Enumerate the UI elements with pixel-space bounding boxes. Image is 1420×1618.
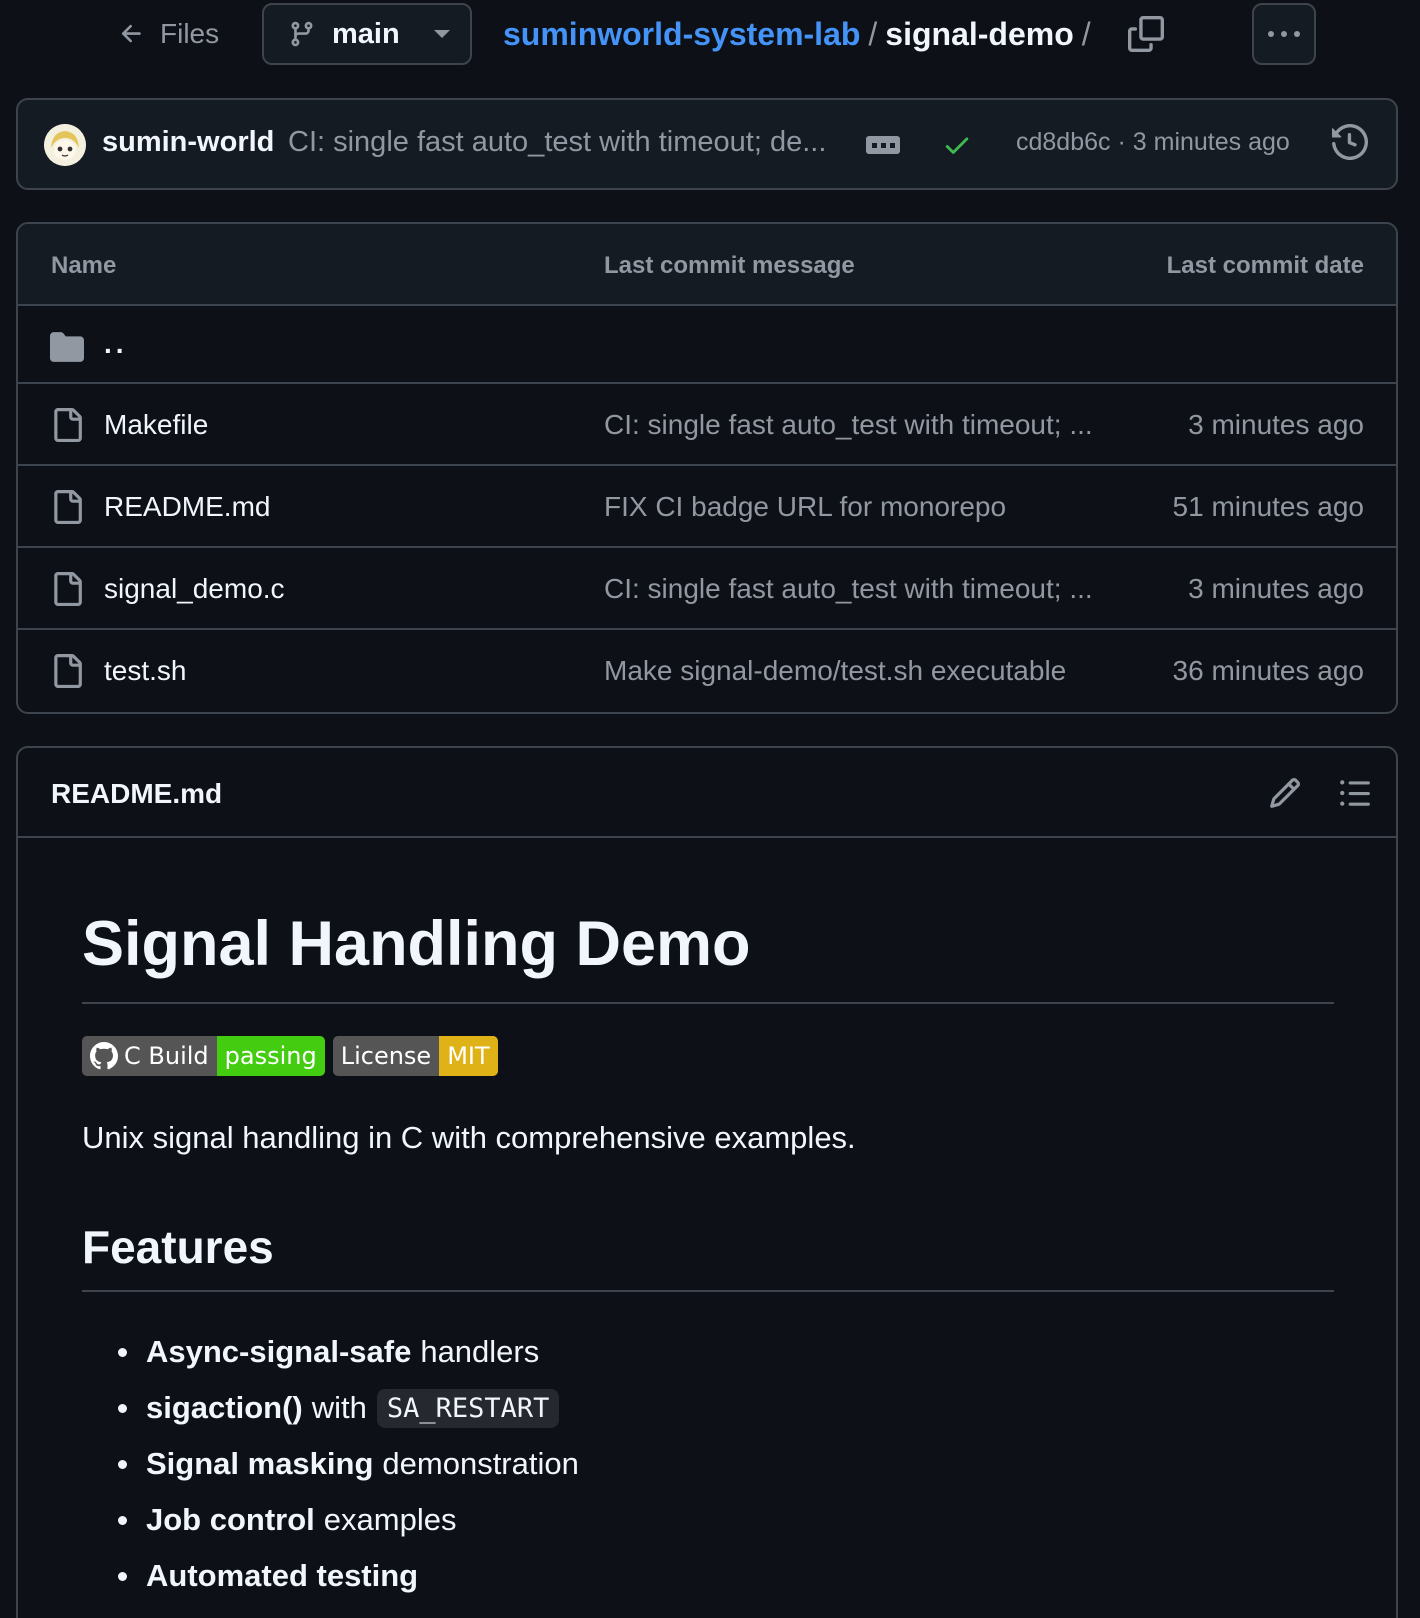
arrow-left-icon	[118, 20, 146, 48]
commit-author-link[interactable]: sumin-world	[102, 126, 274, 159]
badge-value: MIT	[439, 1036, 498, 1076]
readme-title-heading: Signal Handling Demo	[82, 909, 751, 979]
table-row[interactable]: Makefile CI: single fast auto_test with …	[18, 384, 1396, 466]
file-icon	[50, 654, 84, 688]
file-commit-date: 51 minutes ago	[1172, 491, 1364, 522]
list-item: Job control examples	[118, 1492, 579, 1548]
repo-header: Files main suminworld-system-lab / signa…	[0, 0, 1420, 68]
expand-commit-message-button[interactable]	[866, 136, 900, 154]
file-commit-message-link[interactable]: FIX CI badge URL for monorepo	[604, 491, 1118, 523]
kebab-horizontal-icon	[1268, 31, 1274, 37]
file-commit-message-link[interactable]: CI: single fast auto_test with timeout; …	[604, 573, 1118, 605]
file-commit-date: 3 minutes ago	[1188, 573, 1364, 604]
parent-directory-link[interactable]: ..	[104, 328, 128, 360]
table-row-parent-directory[interactable]: ..	[18, 306, 1396, 384]
feature-text: demonstration	[382, 1446, 579, 1481]
features-list: Async-signal-safe handlers sigaction() w…	[118, 1324, 579, 1604]
license-badge[interactable]: License MIT	[332, 1036, 498, 1076]
heading-divider	[82, 1290, 1334, 1292]
breadcrumb-separator: /	[868, 15, 878, 52]
files-label: Files	[160, 18, 220, 49]
ellipsis-icon	[871, 142, 877, 148]
meta-separator: ·	[1117, 128, 1126, 156]
badge-label: C Build	[124, 1042, 209, 1070]
feature-bold: Async-signal-safe	[146, 1334, 412, 1369]
readme-description: Unix signal handling in C with comprehen…	[82, 1120, 856, 1155]
readme-header: README.md	[18, 748, 1396, 838]
list-item: Signal masking demonstration	[118, 1436, 579, 1492]
badge-row: C Build passing License MIT	[82, 1036, 498, 1076]
latest-commit-bar: sumin-world CI: single fast auto_test wi…	[16, 98, 1398, 190]
file-icon	[50, 572, 84, 606]
table-row[interactable]: test.sh Make signal-demo/test.sh executa…	[18, 630, 1396, 712]
heading-divider	[82, 1002, 1334, 1004]
file-icon	[50, 490, 84, 524]
git-branch-icon	[288, 19, 316, 49]
file-commit-date: 3 minutes ago	[1188, 409, 1364, 440]
breadcrumb-repo-link[interactable]: signal-demo	[885, 16, 1073, 53]
breadcrumb-separator: /	[1081, 15, 1091, 52]
triangle-down-icon	[433, 30, 450, 38]
build-status-badge[interactable]: C Build passing	[82, 1036, 325, 1076]
list-item: sigaction() with SA_RESTART	[118, 1380, 579, 1436]
history-icon[interactable]	[1332, 124, 1370, 162]
more-options-button[interactable]	[1252, 3, 1316, 65]
check-icon[interactable]	[942, 130, 972, 160]
files-back-link[interactable]: Files	[118, 14, 219, 54]
feature-bold: sigaction()	[146, 1390, 303, 1425]
file-name-link[interactable]: Makefile	[104, 409, 208, 441]
column-header-date: Last commit date	[1166, 252, 1364, 279]
table-row[interactable]: signal_demo.c CI: single fast auto_test …	[18, 548, 1396, 630]
feature-bold: Automated testing	[146, 1558, 419, 1593]
commit-message-link[interactable]: CI: single fast auto_test with timeout; …	[288, 126, 848, 159]
badge-label: License	[332, 1036, 440, 1076]
features-heading: Features	[82, 1221, 274, 1273]
file-commit-date: 36 minutes ago	[1172, 655, 1364, 686]
file-name-link[interactable]: README.md	[104, 491, 270, 523]
readme-panel: README.md Signal Handling Demo C Build p…	[16, 746, 1398, 1618]
file-icon	[50, 408, 84, 442]
table-header: Name Last commit message Last commit dat…	[18, 224, 1396, 306]
breadcrumb: suminworld-system-lab / signal-demo /	[503, 12, 1099, 56]
feature-text: handlers	[420, 1334, 540, 1369]
copy-icon	[1128, 16, 1168, 52]
branch-name: main	[332, 17, 400, 50]
github-icon	[90, 1042, 118, 1070]
feature-bold: Signal masking	[146, 1446, 374, 1481]
branch-selector-button[interactable]: main	[262, 3, 472, 65]
copy-path-button[interactable]	[1128, 16, 1168, 54]
list-item: Automated testing	[118, 1548, 579, 1604]
feature-bold: Job control	[146, 1502, 315, 1537]
commit-sha-link[interactable]: cd8db6c	[1016, 128, 1111, 156]
column-header-message: Last commit message	[604, 252, 855, 279]
column-header-name: Name	[51, 252, 117, 279]
avatar[interactable]	[44, 124, 86, 166]
pencil-icon[interactable]	[1268, 776, 1302, 810]
breadcrumb-owner-link[interactable]: suminworld-system-lab	[503, 16, 860, 53]
readme-file-link[interactable]: README.md	[51, 778, 222, 810]
file-commit-message-link[interactable]: CI: single fast auto_test with timeout; …	[604, 409, 1118, 441]
commit-meta: cd8db6c · 3 minutes ago	[1016, 128, 1290, 157]
file-list-table: Name Last commit message Last commit dat…	[16, 222, 1398, 714]
commit-time: 3 minutes ago	[1132, 128, 1290, 156]
file-name-link[interactable]: test.sh	[104, 655, 186, 687]
list-unordered-icon[interactable]	[1338, 776, 1372, 810]
feature-text: with	[311, 1390, 367, 1425]
badge-value: passing	[216, 1036, 325, 1076]
file-name-link[interactable]: signal_demo.c	[104, 573, 285, 605]
list-item: Async-signal-safe handlers	[118, 1324, 579, 1380]
file-commit-message-link[interactable]: Make signal-demo/test.sh executable	[604, 655, 1118, 687]
folder-icon	[50, 330, 84, 364]
inline-code: SA_RESTART	[376, 1388, 560, 1428]
table-row[interactable]: README.md FIX CI badge URL for monorepo …	[18, 466, 1396, 548]
feature-text: examples	[323, 1502, 457, 1537]
